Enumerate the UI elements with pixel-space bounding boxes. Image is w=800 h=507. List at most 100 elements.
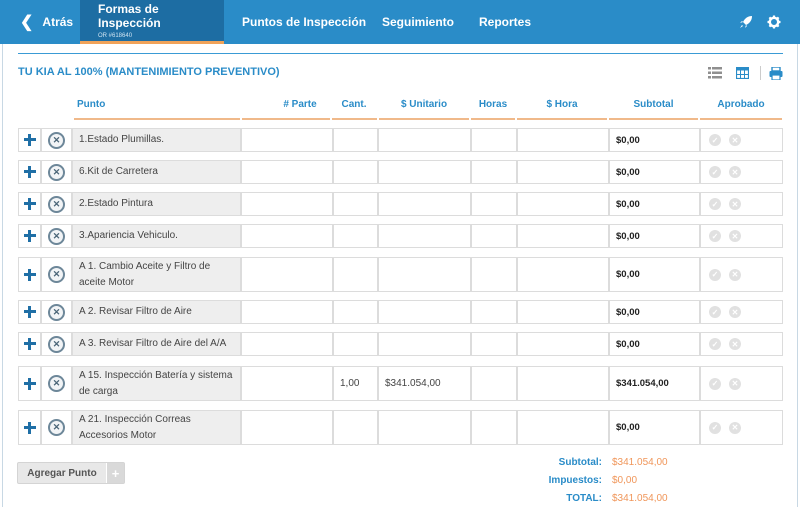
horas-cell[interactable]	[471, 192, 517, 216]
parte-cell[interactable]	[241, 192, 333, 216]
remove-circle-icon[interactable]: ✕	[48, 375, 65, 392]
approve-check-icon[interactable]: ✓	[709, 230, 721, 242]
gear-icon[interactable]	[764, 12, 784, 32]
approve-check-icon[interactable]: ✓	[709, 198, 721, 210]
hora-cell[interactable]	[517, 300, 609, 324]
horas-cell[interactable]	[471, 257, 517, 292]
cant-cell[interactable]	[333, 300, 378, 324]
reject-x-icon[interactable]: ✕	[729, 166, 741, 178]
reject-x-icon[interactable]: ✕	[729, 268, 741, 281]
horas-cell[interactable]	[471, 410, 517, 445]
approve-check-icon[interactable]: ✓	[709, 306, 721, 318]
plus-icon[interactable]	[23, 197, 37, 211]
cant-cell[interactable]: 1,00	[333, 366, 378, 401]
plus-icon[interactable]	[23, 337, 37, 351]
col-header-punto: Punto	[77, 99, 106, 110]
parte-cell[interactable]	[241, 332, 333, 356]
parte-cell[interactable]	[241, 128, 333, 152]
punto-cell: A 15. Inspección Batería y sistema de ca…	[72, 366, 241, 401]
reject-x-icon[interactable]: ✕	[729, 421, 741, 434]
reject-x-icon[interactable]: ✕	[729, 198, 741, 210]
unitario-cell[interactable]: $341.054,00	[378, 366, 471, 401]
plus-icon[interactable]	[23, 229, 37, 243]
reject-x-icon[interactable]: ✕	[729, 134, 741, 146]
horas-cell[interactable]	[471, 300, 517, 324]
approve-check-icon[interactable]: ✓	[709, 268, 721, 281]
reject-x-icon[interactable]: ✕	[729, 377, 741, 390]
plus-icon[interactable]	[23, 268, 37, 282]
hora-cell[interactable]	[517, 192, 609, 216]
approve-check-icon[interactable]: ✓	[709, 134, 721, 146]
parte-cell[interactable]	[241, 257, 333, 292]
unitario-cell[interactable]	[378, 192, 471, 216]
add-punto-button[interactable]: Agregar Punto +	[17, 462, 125, 484]
tab-formas-de-inspeccion[interactable]: Formas de Inspección OR #618640	[80, 0, 224, 44]
cant-cell[interactable]	[333, 410, 378, 445]
plus-icon[interactable]	[23, 165, 37, 179]
approve-check-icon[interactable]: ✓	[709, 377, 721, 390]
horas-cell[interactable]	[471, 224, 517, 248]
unitario-cell[interactable]	[378, 257, 471, 292]
tab-puntos-de-inspeccion[interactable]: Puntos de Inspección	[242, 0, 366, 44]
reject-x-icon[interactable]: ✕	[729, 230, 741, 242]
approve-check-icon[interactable]: ✓	[709, 166, 721, 178]
back-button[interactable]: ❮ Atrás	[20, 0, 73, 44]
header-underline	[379, 118, 469, 120]
horas-cell[interactable]	[471, 332, 517, 356]
rocket-icon[interactable]	[736, 12, 756, 32]
hora-cell[interactable]	[517, 332, 609, 356]
hora-cell[interactable]	[517, 128, 609, 152]
table-view-icon[interactable]	[734, 65, 750, 81]
horas-cell[interactable]	[471, 366, 517, 401]
cant-cell[interactable]	[333, 257, 378, 292]
tab-reportes[interactable]: Reportes	[479, 0, 531, 44]
unitario-cell[interactable]	[378, 128, 471, 152]
plus-icon[interactable]	[23, 305, 37, 319]
parte-cell[interactable]	[241, 366, 333, 401]
hora-cell[interactable]	[517, 366, 609, 401]
hora-cell[interactable]	[517, 410, 609, 445]
table-row: ✕ 2.Estado Pintura $0,00 ✓ ✕	[18, 192, 783, 216]
unitario-cell[interactable]	[378, 332, 471, 356]
parte-cell[interactable]	[241, 300, 333, 324]
reject-x-icon[interactable]: ✕	[729, 306, 741, 318]
print-icon[interactable]	[768, 65, 784, 81]
plus-icon[interactable]	[23, 133, 37, 147]
cant-cell[interactable]	[333, 224, 378, 248]
horas-cell[interactable]	[471, 128, 517, 152]
parte-cell[interactable]	[241, 224, 333, 248]
remove-circle-icon[interactable]: ✕	[48, 227, 65, 245]
remove-circle-icon[interactable]: ✕	[48, 131, 65, 149]
cant-cell[interactable]	[333, 332, 378, 356]
cant-cell[interactable]	[333, 160, 378, 184]
unitario-cell[interactable]	[378, 300, 471, 324]
hora-cell[interactable]	[517, 160, 609, 184]
add-row-cell	[18, 300, 41, 324]
remove-circle-icon[interactable]: ✕	[48, 195, 65, 213]
remove-circle-icon[interactable]: ✕	[48, 266, 65, 283]
horas-cell[interactable]	[471, 160, 517, 184]
cant-cell[interactable]	[333, 128, 378, 152]
unitario-cell[interactable]	[378, 160, 471, 184]
cant-cell[interactable]	[333, 192, 378, 216]
parte-cell[interactable]	[241, 410, 333, 445]
hora-cell[interactable]	[517, 257, 609, 292]
parte-cell[interactable]	[241, 160, 333, 184]
remove-circle-icon[interactable]: ✕	[48, 303, 65, 321]
col-header-aprobado: Aprobado	[717, 99, 765, 110]
reject-x-icon[interactable]: ✕	[729, 338, 741, 350]
remove-circle-icon[interactable]: ✕	[48, 335, 65, 353]
plus-icon[interactable]	[23, 377, 37, 391]
hora-cell[interactable]	[517, 224, 609, 248]
aprobado-cell: ✓ ✕	[700, 224, 783, 248]
remove-circle-icon[interactable]: ✕	[48, 419, 65, 436]
remove-circle-icon[interactable]: ✕	[48, 163, 65, 181]
plus-icon[interactable]	[23, 421, 37, 435]
approve-check-icon[interactable]: ✓	[709, 421, 721, 434]
approve-check-icon[interactable]: ✓	[709, 338, 721, 350]
unitario-cell[interactable]	[378, 224, 471, 248]
tab-seguimiento[interactable]: Seguimiento	[382, 0, 454, 44]
list-view-icon[interactable]	[707, 65, 723, 81]
col-header-unitario: $ Unitario	[400, 99, 448, 110]
unitario-cell[interactable]	[378, 410, 471, 445]
